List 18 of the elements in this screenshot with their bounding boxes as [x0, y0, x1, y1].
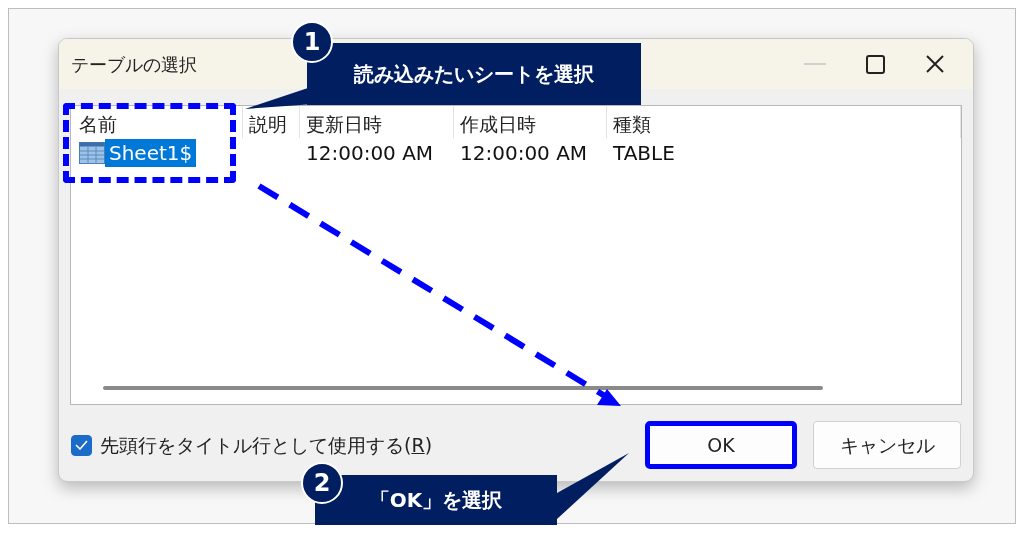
table-cell-text: 12:00:00 AM: [460, 140, 588, 167]
row-name[interactable]: Sheet1$: [105, 139, 197, 167]
table-cell-text: TABLE: [613, 140, 675, 167]
dialog-button[interactable]: OK: [645, 421, 797, 469]
column-header[interactable]: 種類: [613, 113, 651, 135]
window-title: テーブルの選択: [71, 52, 197, 77]
column-header[interactable]: 更新日時: [306, 113, 382, 135]
checkbox[interactable]: [71, 434, 92, 456]
check-icon: [75, 440, 88, 450]
checkbox-label: 先頭行をタイトル行として使用する(R): [100, 432, 433, 458]
dialog-button[interactable]: キャンセル: [813, 421, 961, 469]
maximize-icon[interactable]: [865, 54, 885, 74]
table-icon: [79, 142, 105, 164]
close-icon[interactable]: [926, 55, 944, 73]
column-header[interactable]: 説明: [249, 113, 287, 135]
column-header[interactable]: 作成日時: [460, 113, 536, 135]
column-header[interactable]: 名前: [79, 113, 117, 135]
table-cell-text: 12:00:00 AM: [306, 140, 434, 167]
